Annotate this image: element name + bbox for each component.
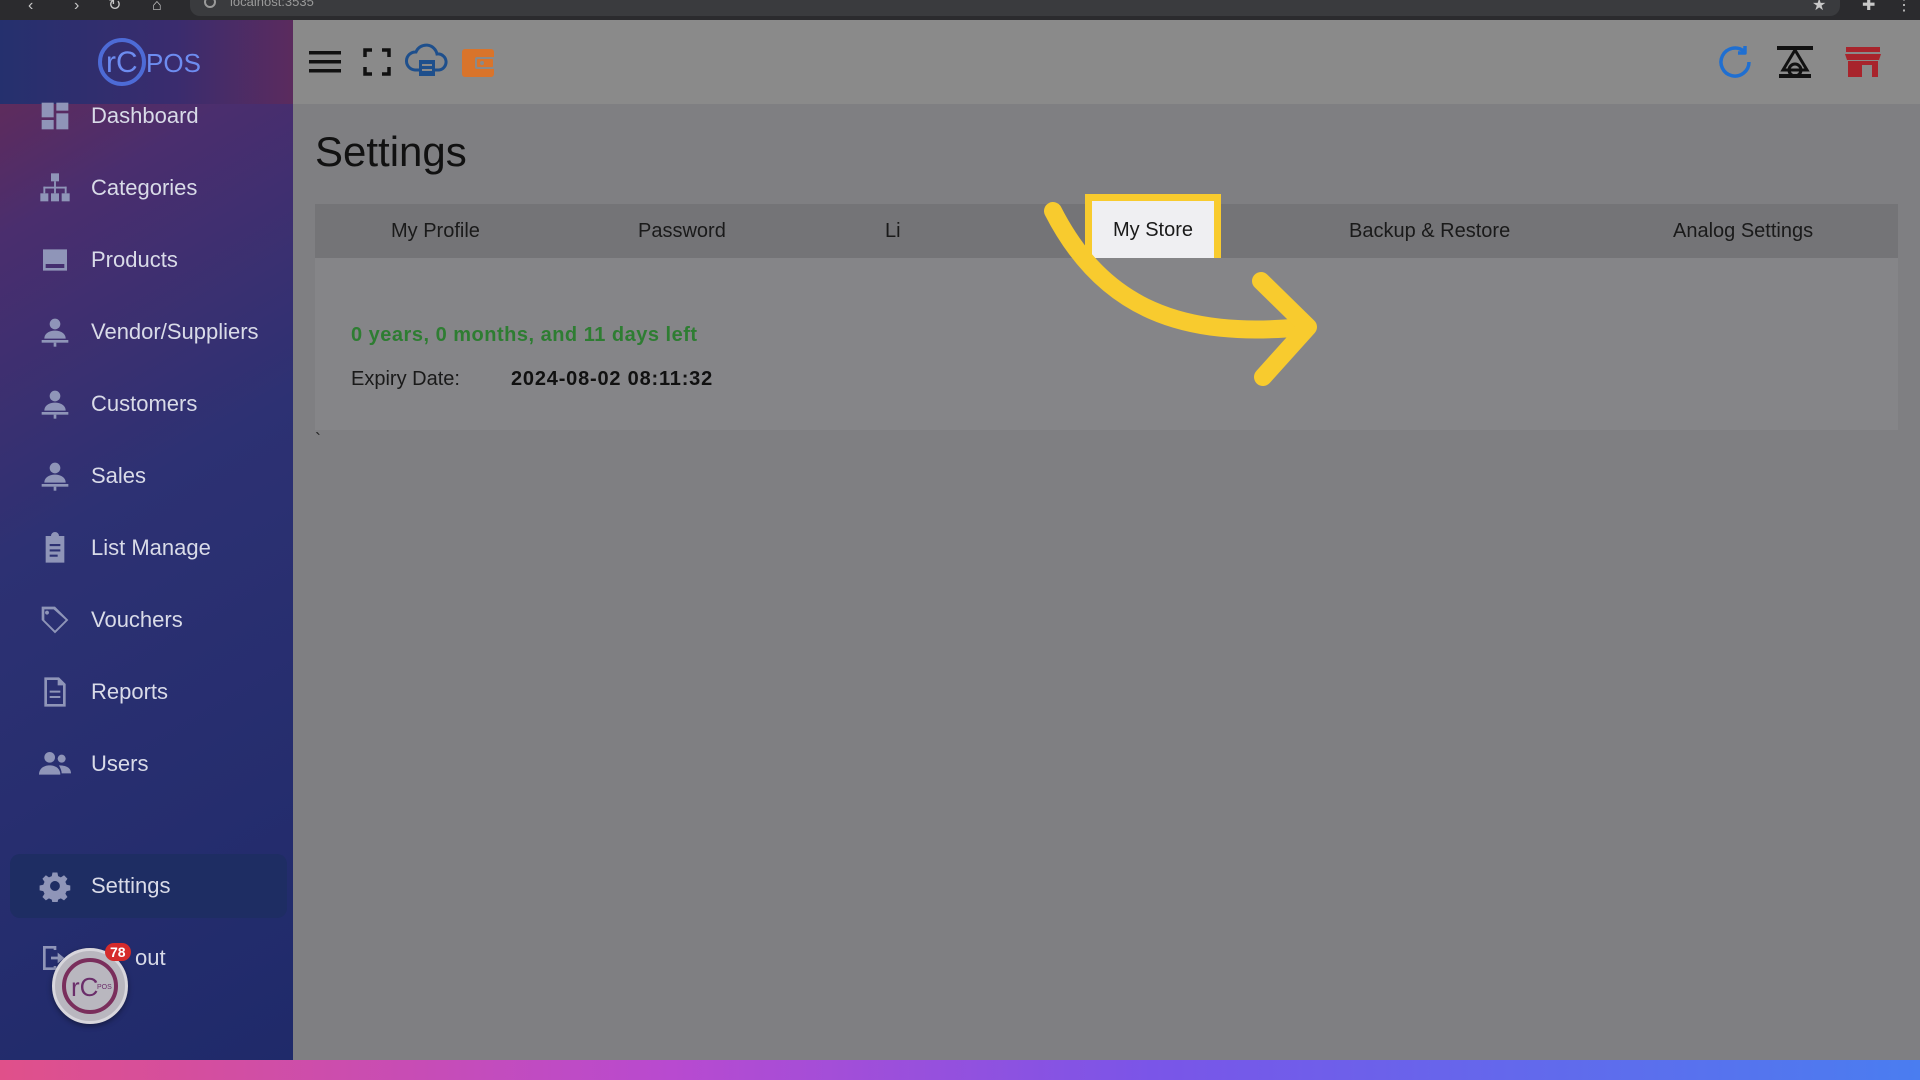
- sidebar-item-categories[interactable]: Categories: [10, 156, 287, 220]
- dashboard-icon: [38, 99, 72, 133]
- sidebar-item-vendor-suppliers[interactable]: Vendor/Suppliers: [10, 300, 287, 364]
- sidebar-item-sales[interactable]: Sales: [10, 444, 287, 508]
- gear-icon: [38, 869, 72, 903]
- home-icon[interactable]: ⌂: [152, 0, 162, 14]
- sidebar-item-label: Customers: [91, 391, 198, 416]
- sidebar-item-label: Products: [91, 247, 178, 272]
- wallet-icon[interactable]: [457, 40, 501, 84]
- browser-menu-icon[interactable]: ⋮: [1896, 0, 1912, 14]
- page-title: Settings: [315, 128, 467, 175]
- sidebar-item-label: Categories: [91, 175, 198, 200]
- top-toolbar: [293, 20, 1920, 104]
- reload-icon[interactable]: ↻: [108, 0, 121, 14]
- floating-app-launcher[interactable]: rC POS 78: [52, 943, 131, 1024]
- main-content: Settings My Profile Password Li My Store…: [293, 104, 1920, 1060]
- bookmark-icon[interactable]: ★: [1812, 0, 1826, 14]
- rcpos-logo: rC POS: [98, 38, 201, 86]
- license-remaining-text: 0 years, 0 months, and 11 days left: [351, 324, 698, 346]
- clipboard-icon: [38, 531, 72, 565]
- sidebar-item-label: out: [135, 945, 166, 970]
- sidebar-item-label: Vendor/Suppliers: [91, 319, 259, 344]
- svg-text:POS: POS: [97, 984, 112, 991]
- cloud-printer-icon[interactable]: [405, 40, 449, 84]
- url-text: localhost:3535: [230, 0, 314, 9]
- sidebar-item-label: Sales: [91, 463, 147, 488]
- fullscreen-icon[interactable]: [355, 40, 399, 84]
- document-icon: [38, 675, 72, 709]
- info-icon[interactable]: [204, 0, 216, 8]
- sidebar-item-dashboard[interactable]: Dashboard: [10, 84, 287, 148]
- sidebar-item-list-manage[interactable]: List Manage: [10, 516, 287, 580]
- tab-password[interactable]: Password: [638, 204, 726, 258]
- users-icon: [38, 747, 72, 781]
- back-icon[interactable]: ‹: [28, 0, 33, 14]
- expiry-date-value: 2024-08-02 08:11:32: [511, 368, 714, 390]
- address-bar[interactable]: localhost:3535: [190, 0, 1840, 16]
- forward-icon[interactable]: ›: [74, 0, 79, 14]
- sitemap-icon: [38, 171, 72, 205]
- sidebar-item-label: Dashboard: [91, 103, 199, 128]
- notification-badge: 78: [105, 943, 131, 961]
- sidebar-item-label: List Manage: [91, 535, 211, 560]
- sidebar-item-vouchers[interactable]: Vouchers: [10, 588, 287, 652]
- sidebar-item-label: Reports: [91, 679, 169, 704]
- expiry-date-label: Expiry Date:: [351, 368, 460, 390]
- annotation-arrow-icon: [1044, 202, 1317, 386]
- bottom-gradient-strip: [0, 1060, 1920, 1080]
- sidebar-item-label: Settings: [91, 873, 171, 898]
- sidebar-item-label: Users: [91, 751, 149, 776]
- svg-text:rC: rC: [71, 972, 98, 1002]
- svg-text:rC: rC: [106, 46, 138, 79]
- sidebar-item-label: Vouchers: [91, 607, 183, 632]
- svg-text:POS: POS: [146, 48, 201, 78]
- refresh-icon[interactable]: [1713, 40, 1757, 84]
- sidebar: rC POS Dashboard Categories Products Ven…: [0, 20, 293, 1060]
- sidebar-item-users[interactable]: Users: [10, 732, 287, 796]
- rcpos-badge-icon: rC POS: [62, 958, 118, 1014]
- tag-icon: [38, 603, 72, 637]
- sidebar-item-customers[interactable]: Customers: [10, 372, 287, 436]
- sidebar-item-settings[interactable]: Settings: [10, 854, 287, 918]
- hamburger-menu-icon[interactable]: [303, 40, 347, 84]
- tab-my-profile[interactable]: My Profile: [391, 204, 480, 258]
- person-icon: [38, 459, 72, 493]
- person-icon: [38, 387, 72, 421]
- browser-bar: ‹ › ↻ ⌂ localhost:3535 ★ ✚ ⋮: [0, 0, 1920, 20]
- extensions-icon[interactable]: ✚: [1862, 0, 1875, 14]
- box-icon: [38, 243, 72, 277]
- sidebar-item-reports[interactable]: Reports: [10, 660, 287, 724]
- scale-icon[interactable]: [1773, 40, 1817, 84]
- store-icon[interactable]: [1841, 40, 1885, 84]
- tab-analog-settings[interactable]: Analog Settings: [1673, 204, 1813, 258]
- sidebar-item-products[interactable]: Products: [10, 228, 287, 292]
- tab-backup-restore[interactable]: Backup & Restore: [1349, 204, 1510, 258]
- tab-license[interactable]: Li: [885, 204, 901, 258]
- stray-mark: `: [315, 430, 321, 450]
- person-icon: [38, 315, 72, 349]
